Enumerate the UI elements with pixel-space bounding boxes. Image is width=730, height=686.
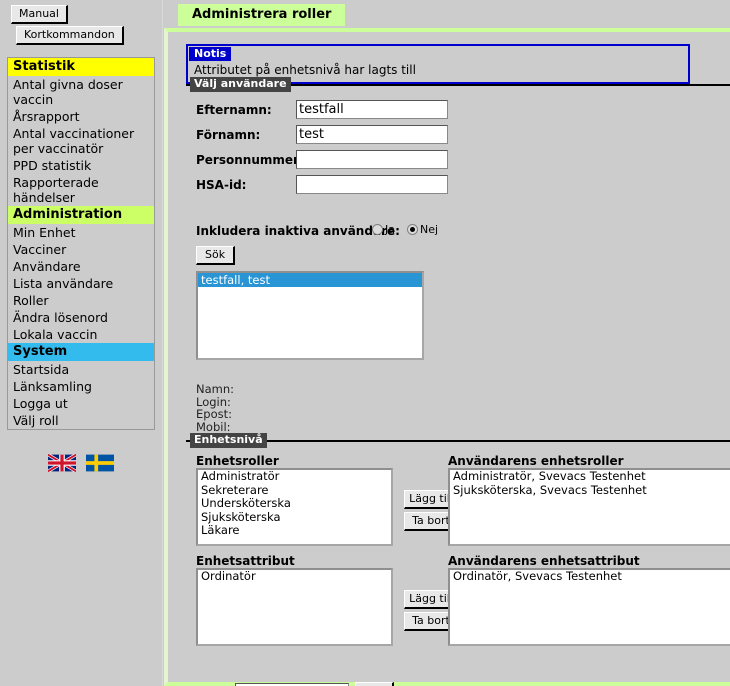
sidebar-item-rapporterade-handelser[interactable]: Rapporterade händelser xyxy=(8,174,154,206)
select-user-legend: Välj användare xyxy=(190,77,291,92)
field-row-fornamn: Förnamn: test xyxy=(196,125,448,144)
uk-flag-icon[interactable] xyxy=(47,453,77,475)
sidebar-item-lista-anvandare[interactable]: Lista användare xyxy=(8,275,154,292)
sidebar-item-arsrapport[interactable]: Årsrapport xyxy=(8,108,154,125)
shortcuts-button[interactable]: Kortkommandon xyxy=(16,26,124,45)
user-details: Namn: Login: Epost: Mobil: xyxy=(196,383,234,433)
radio-ja-label: Ja xyxy=(385,222,395,236)
label-hsa-id: HSA-id: xyxy=(196,177,247,192)
unit-attributes-listbox[interactable]: Ordinatör xyxy=(196,568,393,646)
sidebar-item-ppd-statistik[interactable]: PPD statistik xyxy=(8,157,154,174)
unit-search-button[interactable]: Sök xyxy=(355,682,395,686)
list-item[interactable]: testfall, test xyxy=(198,273,422,287)
radio-option-ja[interactable]: Ja xyxy=(372,222,395,236)
content-panel: Notis Attributet på enhetsnivå har lagts… xyxy=(164,28,730,686)
unit-roles-listbox[interactable]: Administratör Sekreterare Undersköterska… xyxy=(196,468,393,546)
list-item[interactable]: Läkare xyxy=(198,523,391,538)
label-anvandarens-enhetsattribut: Användarens enhetsattribut xyxy=(448,554,640,568)
fornamn-input[interactable]: test xyxy=(296,125,448,144)
label-efternamn: Efternamn: xyxy=(196,102,272,117)
list-item[interactable]: Ordinatör, Svevacs Testenhet xyxy=(450,570,730,584)
field-row-personnummer: Personnummer: xyxy=(196,150,448,169)
radio-ja-icon[interactable] xyxy=(372,223,383,235)
radio-nej-icon[interactable] xyxy=(407,223,418,235)
user-unit-roles-listbox[interactable]: Administratör, Svevacs Testenhet Sjukskö… xyxy=(448,468,730,546)
language-flags xyxy=(0,453,162,475)
sidebar-item-vacciner[interactable]: Vacciner xyxy=(8,241,154,258)
main-content: Administrera roller Notis Attributet på … xyxy=(164,0,730,686)
field-row-efternamn: Efternamn: testfall xyxy=(196,100,448,119)
list-item[interactable]: Sjuksköterska xyxy=(198,510,391,525)
sidebar-item-anvandare[interactable]: Användare xyxy=(8,258,154,275)
select-user-fieldset: Välj användare Efternamn: testfall Förnam… xyxy=(186,77,730,433)
sidebar-item-andra-losenord[interactable]: Ändra lösenord xyxy=(8,309,154,326)
label-personnummer: Personnummer: xyxy=(196,152,304,167)
sidebar-item-startsida[interactable]: Startsida xyxy=(8,361,154,378)
unit-level-fieldset: Enhetsnivå Enhetsroller Administratör Se… xyxy=(186,433,730,686)
sidebar-item-antal-givna-doser-vaccin[interactable]: Antal givna doser vaccin xyxy=(8,76,154,108)
application-window: Manual Kortkommandon Statistik Antal giv… xyxy=(0,0,730,686)
label-include-inactive: Inkludera inaktiva användare: xyxy=(196,224,400,238)
sidebar-item-min-enhet[interactable]: Min Enhet xyxy=(8,224,154,241)
sidebar-item-valj-roll[interactable]: Välj roll xyxy=(8,412,154,429)
navigation-menu: Statistik Antal givna doser vaccin Årsra… xyxy=(7,57,155,430)
unit-level-legend: Enhetsnivå xyxy=(190,433,267,448)
list-item[interactable]: Administratör xyxy=(198,470,391,484)
sidebar-item-lanksamling[interactable]: Länksamling xyxy=(8,378,154,395)
sidebar: Manual Kortkommandon Statistik Antal giv… xyxy=(0,0,163,686)
hsa-id-input[interactable] xyxy=(296,175,448,194)
nav-header-system: System xyxy=(8,343,154,361)
label-anvandarens-enhetsroller: Användarens enhetsroller xyxy=(448,454,624,468)
field-row-hsa-id: HSA-id: xyxy=(196,175,448,194)
sidebar-item-antal-vaccinationer-per-vaccinator[interactable]: Antal vaccinationer per vaccinatör xyxy=(8,125,154,157)
label-fornamn: Förnamn: xyxy=(196,127,261,142)
radio-nej-label: Nej xyxy=(420,222,439,236)
efternamn-input[interactable]: testfall xyxy=(296,100,448,119)
notice-heading: Notis xyxy=(189,47,232,61)
search-user-button[interactable]: Sök xyxy=(196,246,236,265)
manual-button[interactable]: Manual xyxy=(11,5,68,24)
detail-namn: Namn: xyxy=(196,382,235,396)
detail-mobil: Mobil: xyxy=(196,419,231,434)
user-results-listbox[interactable]: testfall, test xyxy=(196,271,424,360)
list-item[interactable]: Sekreterare xyxy=(198,483,391,498)
list-item[interactable]: Administratör, Svevacs Testenhet xyxy=(450,470,730,484)
list-item[interactable]: Undersköterska xyxy=(198,496,391,511)
sidebar-top-buttons: Manual Kortkommandon xyxy=(0,0,162,45)
sweden-flag-icon[interactable] xyxy=(85,454,114,475)
sidebar-item-logga-ut[interactable]: Logga ut xyxy=(8,395,154,412)
sidebar-item-roller[interactable]: Roller xyxy=(8,292,154,309)
unit-selector-row: EnhetSvevacs TestenhetSök xyxy=(196,682,395,686)
label-enhetsroller: Enhetsroller xyxy=(196,454,279,468)
list-item[interactable]: Ordinatör xyxy=(198,570,391,584)
personnummer-input[interactable] xyxy=(296,150,448,169)
nav-header-statistik: Statistik xyxy=(8,58,154,76)
list-item[interactable]: Sjuksköterska, Svevacs Testenhet xyxy=(450,483,730,498)
user-unit-attributes-listbox[interactable]: Ordinatör, Svevacs Testenhet xyxy=(448,568,730,646)
detail-epost: Epost: xyxy=(196,407,232,421)
page-title: Administrera roller xyxy=(178,4,346,26)
radio-option-nej[interactable]: Nej xyxy=(407,222,438,236)
nav-header-administration: Administration xyxy=(8,206,154,224)
label-enhetsattribut: Enhetsattribut xyxy=(196,554,295,568)
sidebar-item-lokala-vaccin[interactable]: Lokala vaccin xyxy=(8,326,154,343)
